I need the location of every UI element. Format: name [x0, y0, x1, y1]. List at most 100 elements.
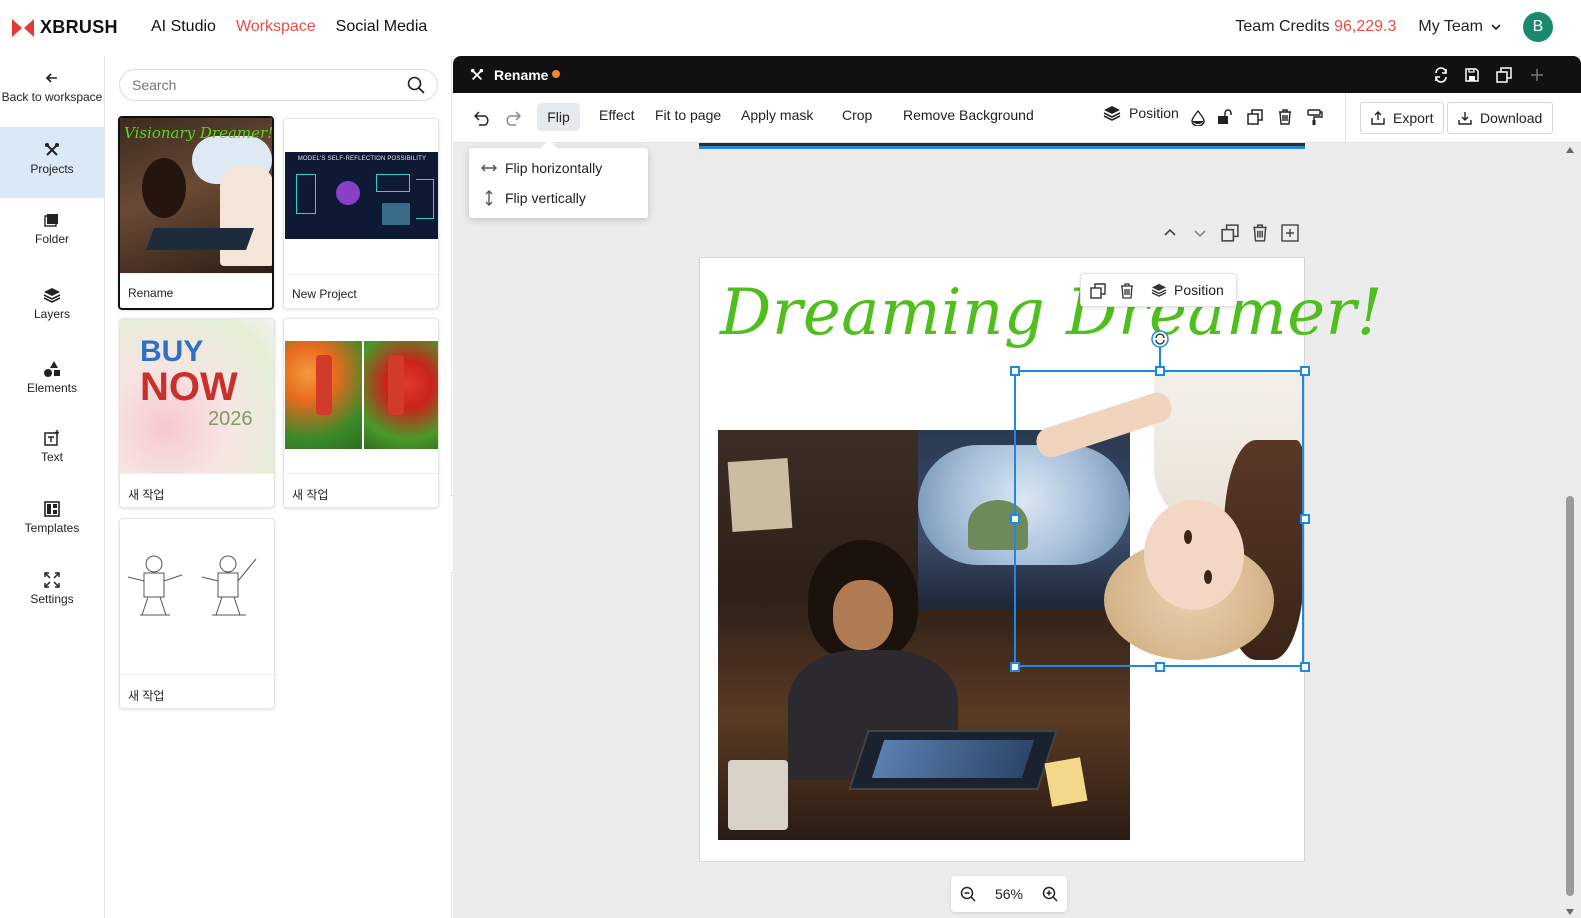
- sidebar-item-projects[interactable]: Projects: [0, 127, 104, 198]
- crop-button[interactable]: Crop: [842, 107, 872, 123]
- undo-icon[interactable]: [474, 110, 492, 126]
- scrollbar-thumb[interactable]: [1566, 496, 1574, 896]
- project-card-3[interactable]: BUY NOW 2026 새 작업: [119, 318, 275, 508]
- canvas-image-flipped-girl[interactable]: [1014, 370, 1304, 666]
- top-nav: XBRUSH AI Studio Workspace Social Media …: [0, 0, 1581, 56]
- nav-ai-studio[interactable]: AI Studio: [151, 18, 216, 36]
- unsaved-indicator: [552, 70, 560, 78]
- avatar[interactable]: B: [1523, 12, 1553, 42]
- trash-icon[interactable]: [1278, 109, 1292, 125]
- project-card-rename[interactable]: Visionary Dreamer! Rename: [118, 116, 274, 310]
- project-thumbnail: MODEL'S SELF-REFLECTION POSSIBILITY: [284, 119, 438, 274]
- float-position-button[interactable]: Position: [1151, 282, 1224, 298]
- delete-page-icon[interactable]: [1251, 224, 1269, 242]
- paint-roller-icon[interactable]: [1307, 109, 1323, 125]
- previous-page-edge: [699, 143, 1305, 149]
- project-card-4[interactable]: 새 작업: [283, 318, 439, 508]
- credits-value: 96,229.3: [1334, 18, 1397, 35]
- text-icon: [44, 430, 59, 446]
- export-button[interactable]: Export: [1360, 102, 1445, 134]
- sidebar-label-templates: Templates: [24, 521, 80, 535]
- project-thumbnail: [120, 519, 274, 674]
- tools-icon: [470, 68, 484, 80]
- scroll-up-icon[interactable]: [1565, 146, 1575, 154]
- sidebar-item-layers[interactable]: Layers: [0, 287, 104, 321]
- flip-button[interactable]: Flip: [537, 103, 580, 131]
- nav-social-media[interactable]: Social Media: [336, 18, 428, 36]
- thumb-title: Visionary Dreamer!: [124, 124, 272, 142]
- sidebar-label-folder: Folder: [34, 232, 69, 246]
- project-label: Rename: [120, 273, 272, 308]
- tool-sidebar: Back to workspace Projects Folder Layers…: [0, 56, 105, 918]
- search-input[interactable]: Search: [119, 69, 438, 101]
- trash-icon[interactable]: [1120, 283, 1134, 299]
- search-icon: [407, 76, 425, 94]
- document-name[interactable]: Rename: [494, 67, 548, 83]
- sidebar-item-text[interactable]: Text: [0, 430, 104, 464]
- add-page-icon[interactable]: [1281, 224, 1299, 242]
- refresh-icon[interactable]: [1433, 67, 1449, 83]
- fit-to-page-button[interactable]: Fit to page: [655, 107, 721, 123]
- flip-dropdown: Flip horizontally Flip vertically: [469, 139, 648, 218]
- team-credits: Team Credits 96,229.3: [1235, 18, 1396, 36]
- position-label: Position: [1129, 105, 1179, 121]
- team-switcher[interactable]: My Team: [1418, 18, 1501, 36]
- flip-vertical-icon: [485, 190, 493, 206]
- shapes-icon: [44, 361, 60, 377]
- download-button[interactable]: Download: [1447, 102, 1554, 134]
- chevron-down-icon[interactable]: [1191, 224, 1209, 242]
- export-label: Export: [1393, 110, 1434, 126]
- redo-icon[interactable]: [503, 110, 521, 126]
- xbrush-logo-icon: [12, 18, 34, 37]
- save-icon[interactable]: [1464, 67, 1480, 83]
- sidebar-label-text: Text: [40, 450, 63, 464]
- brand-logo[interactable]: XBRUSH: [12, 17, 118, 38]
- layers-icon: [1151, 283, 1167, 297]
- project-card-5[interactable]: 새 작업: [119, 518, 275, 709]
- sidebar-label-elements: Elements: [26, 381, 78, 395]
- scroll-down-icon[interactable]: [1565, 908, 1575, 916]
- canvas-page[interactable]: Dreaming Dreamer! Position: [699, 257, 1382, 862]
- opacity-icon[interactable]: [1191, 110, 1205, 126]
- project-thumbnail: Visionary Dreamer!: [120, 118, 272, 273]
- project-card-new-project[interactable]: MODEL'S SELF-REFLECTION POSSIBILITY New …: [283, 118, 439, 309]
- sidebar-item-elements[interactable]: Elements: [0, 361, 104, 395]
- apply-mask-button[interactable]: Apply mask: [741, 107, 813, 123]
- layers-icon: [43, 288, 61, 303]
- nav-workspace[interactable]: Workspace: [236, 18, 316, 36]
- sketch-thumbnail: [127, 555, 257, 616]
- duplicate-page-icon[interactable]: [1221, 224, 1239, 242]
- effect-button[interactable]: Effect: [599, 107, 635, 123]
- zoom-out-icon[interactable]: [960, 886, 976, 902]
- sidebar-item-templates[interactable]: Templates: [0, 501, 104, 535]
- credits-label: Team Credits: [1235, 18, 1330, 35]
- canvas-headline-text[interactable]: Dreaming Dreamer!: [720, 276, 1383, 350]
- back-to-workspace[interactable]: Back to workspace: [0, 70, 104, 120]
- sidebar-label-projects: Projects: [30, 162, 74, 176]
- plus-icon[interactable]: [1530, 68, 1544, 82]
- sidebar-item-folder[interactable]: Folder: [0, 212, 104, 246]
- duplicate-icon[interactable]: [1090, 283, 1106, 299]
- remove-background-button[interactable]: Remove Background: [903, 107, 1034, 123]
- duplicate-icon[interactable]: [1247, 109, 1263, 125]
- zoom-controls: 56%: [951, 876, 1067, 912]
- export-icon: [1371, 111, 1385, 125]
- duplicate-icon[interactable]: [1496, 67, 1512, 83]
- unlock-icon[interactable]: [1217, 109, 1233, 125]
- position-button[interactable]: Position: [1103, 105, 1179, 121]
- layers-icon: [1103, 106, 1121, 121]
- project-thumbnail: [284, 319, 438, 473]
- zoom-in-icon[interactable]: [1042, 886, 1058, 902]
- chevron-down-icon: [1491, 24, 1501, 31]
- editor: Rename Flip Effect Fit to page Apply mas…: [453, 56, 1581, 918]
- flip-vertically-option[interactable]: Flip vertically: [481, 190, 586, 206]
- sidebar-item-settings[interactable]: Settings: [0, 572, 104, 606]
- download-icon: [1458, 112, 1472, 125]
- templates-icon: [44, 501, 60, 517]
- flip-horizontally-option[interactable]: Flip horizontally: [481, 160, 602, 176]
- chevron-up-icon[interactable]: [1161, 224, 1179, 242]
- float-position-label: Position: [1174, 282, 1224, 298]
- zoom-level[interactable]: 56%: [995, 886, 1023, 902]
- page-controls: [1161, 224, 1299, 242]
- editor-scrollbar[interactable]: [1565, 146, 1575, 916]
